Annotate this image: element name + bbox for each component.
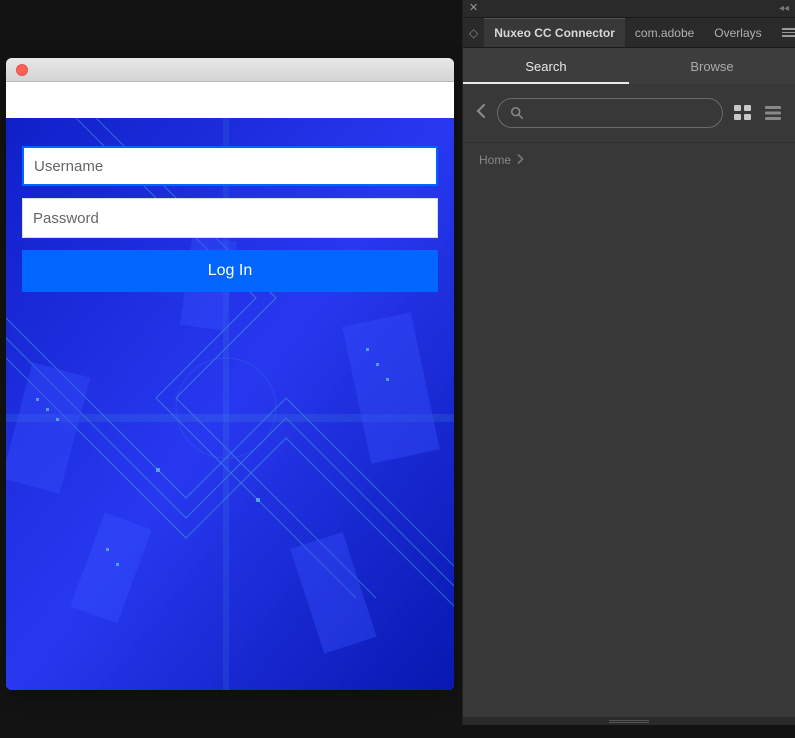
search-icon [510, 106, 524, 120]
login-header [6, 82, 454, 118]
password-input[interactable] [22, 198, 438, 238]
login-form: Log In [22, 146, 438, 292]
grip-lines-icon [609, 720, 649, 723]
resize-handle[interactable] [463, 717, 795, 725]
extension-panel: ✕ ◂◂ ◇ Nuxeo CC Connector com.adobe Over… [462, 0, 795, 725]
hamburger-icon [782, 28, 795, 37]
search-input[interactable] [530, 106, 710, 120]
search-box[interactable] [497, 98, 723, 128]
breadcrumb-home[interactable]: Home [479, 153, 511, 167]
login-body: Log In [6, 118, 454, 690]
login-window: Log In [6, 58, 454, 690]
panel-menu-button[interactable] [772, 28, 795, 37]
breadcrumb: Home [463, 143, 795, 177]
list-view-icon[interactable] [763, 103, 783, 123]
login-button[interactable]: Log In [22, 250, 438, 292]
sub-tab-browse[interactable]: Browse [629, 48, 795, 84]
chevron-right-icon [517, 154, 524, 167]
sub-tab-bar: Search Browse [463, 48, 795, 84]
window-close-button[interactable] [16, 64, 28, 76]
window-titlebar[interactable] [6, 58, 454, 82]
tab-overlays[interactable]: Overlays [704, 18, 771, 47]
tab-nuxeo-connector[interactable]: Nuxeo CC Connector [484, 18, 625, 47]
panel-close-icon[interactable]: ✕ [469, 3, 478, 14]
grip-icon[interactable]: ◇ [463, 26, 484, 40]
back-chevron-icon[interactable] [475, 103, 487, 124]
username-input[interactable] [22, 146, 438, 186]
tab-com-adobe[interactable]: com.adobe [625, 18, 704, 47]
sub-tab-search[interactable]: Search [463, 48, 629, 84]
grid-view-icon[interactable] [733, 103, 753, 123]
panel-top-bar: ✕ ◂◂ [463, 0, 795, 18]
panel-collapse-icon[interactable]: ◂◂ [779, 3, 789, 14]
panel-tab-bar: ◇ Nuxeo CC Connector com.adobe Overlays [463, 18, 795, 48]
search-toolbar [463, 84, 795, 143]
